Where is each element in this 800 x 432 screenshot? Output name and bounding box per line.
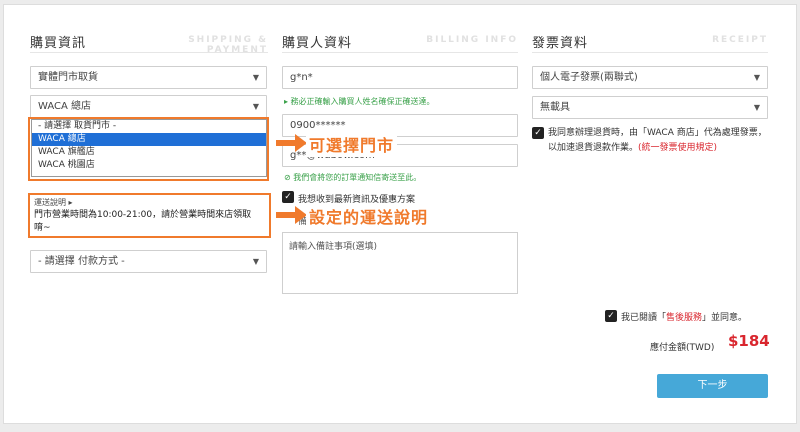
buyer-email-hint-row: ⊘ 我們會將您的訂單通知信寄送至此。: [284, 172, 421, 183]
shipping-note-highlight-box: [28, 193, 271, 238]
callout-store-label: 可選擇門市: [309, 136, 395, 155]
store-highlight-box: [28, 117, 269, 181]
shipping-divider: [30, 52, 268, 53]
payment-method-value: - 請選擇 付款方式 -: [38, 256, 125, 267]
buyer-name-hint: ▸ 務必正確輸入購買人姓名確保正確送達。: [284, 97, 435, 106]
billing-title: 購買人資料: [282, 36, 353, 51]
invoice-rules-link[interactable]: (統一發票使用規定): [638, 143, 717, 153]
note-placeholder: 請輸入備註事項(選填): [289, 242, 378, 252]
callout-arrow-store-shaft: [276, 140, 296, 146]
chevron-down-icon: ▼: [252, 102, 259, 111]
note-textarea[interactable]: 請輸入備註事項(選填): [282, 232, 518, 294]
total-amount: $184: [728, 332, 770, 350]
chevron-down-icon: ▼: [753, 103, 760, 112]
terms-agreement: 我已閱讀「售後服務」並同意。: [621, 310, 747, 323]
shipping-title: 購買資訊: [30, 36, 87, 51]
return-invoice-agreement: 我同意辦理退貨時，由「WACA 商店」代為處理發票，以加速退貨退款作業。(統一發…: [548, 126, 768, 156]
check-circle-icon: ⊘: [284, 173, 291, 182]
return-invoice-checkbox[interactable]: ✓: [532, 127, 544, 139]
carrier-select[interactable]: 無載具 ▼: [532, 96, 768, 119]
next-step-button[interactable]: 下一步: [657, 374, 768, 398]
terms-checkbox[interactable]: ✓: [605, 310, 617, 322]
callout-store: 可選擇門市: [306, 131, 398, 157]
shipping-method-value: 實體門市取貨: [38, 72, 98, 83]
receipt-divider: [532, 52, 768, 53]
total-label: 應付金額(TWD): [650, 343, 715, 353]
after-sales-link[interactable]: 售後服務: [666, 313, 702, 323]
carrier-value: 無載具: [540, 102, 570, 113]
shipping-method-select[interactable]: 實體門市取貨 ▼: [30, 66, 267, 89]
receipt-title: 發票資料: [532, 36, 589, 51]
receipt-type-select[interactable]: 個人電子發票(兩聯式) ▼: [532, 66, 768, 89]
chevron-down-icon: ▼: [753, 73, 760, 82]
terms-prefix: 我已閱讀「: [621, 313, 667, 323]
chevron-down-icon: ▼: [252, 257, 259, 266]
billing-subtitle: BILLING INFO: [426, 35, 518, 45]
receipt-type-value: 個人電子發票(兩聯式): [540, 72, 638, 83]
terms-suffix: 」並同意。: [702, 313, 748, 323]
store-select-value: WACA 總店: [38, 101, 92, 112]
callout-shipping-label: 設定的運送說明: [309, 208, 429, 227]
buyer-email-hint: 我們會將您的訂單通知信寄送至此。: [293, 173, 422, 182]
receipt-subtitle: RECEIPT: [712, 35, 768, 45]
subscribe-checkbox[interactable]: ✓: [282, 191, 294, 203]
buyer-name-input[interactable]: g*n*: [282, 66, 518, 89]
store-select[interactable]: WACA 總店 ▼: [30, 95, 267, 118]
callout-arrow-shipping-shaft: [276, 212, 296, 218]
callout-shipping: 設定的運送說明: [306, 203, 432, 229]
chevron-down-icon: ▼: [252, 73, 259, 82]
payment-method-select[interactable]: - 請選擇 付款方式 - ▼: [30, 250, 267, 273]
billing-divider: [282, 52, 518, 53]
